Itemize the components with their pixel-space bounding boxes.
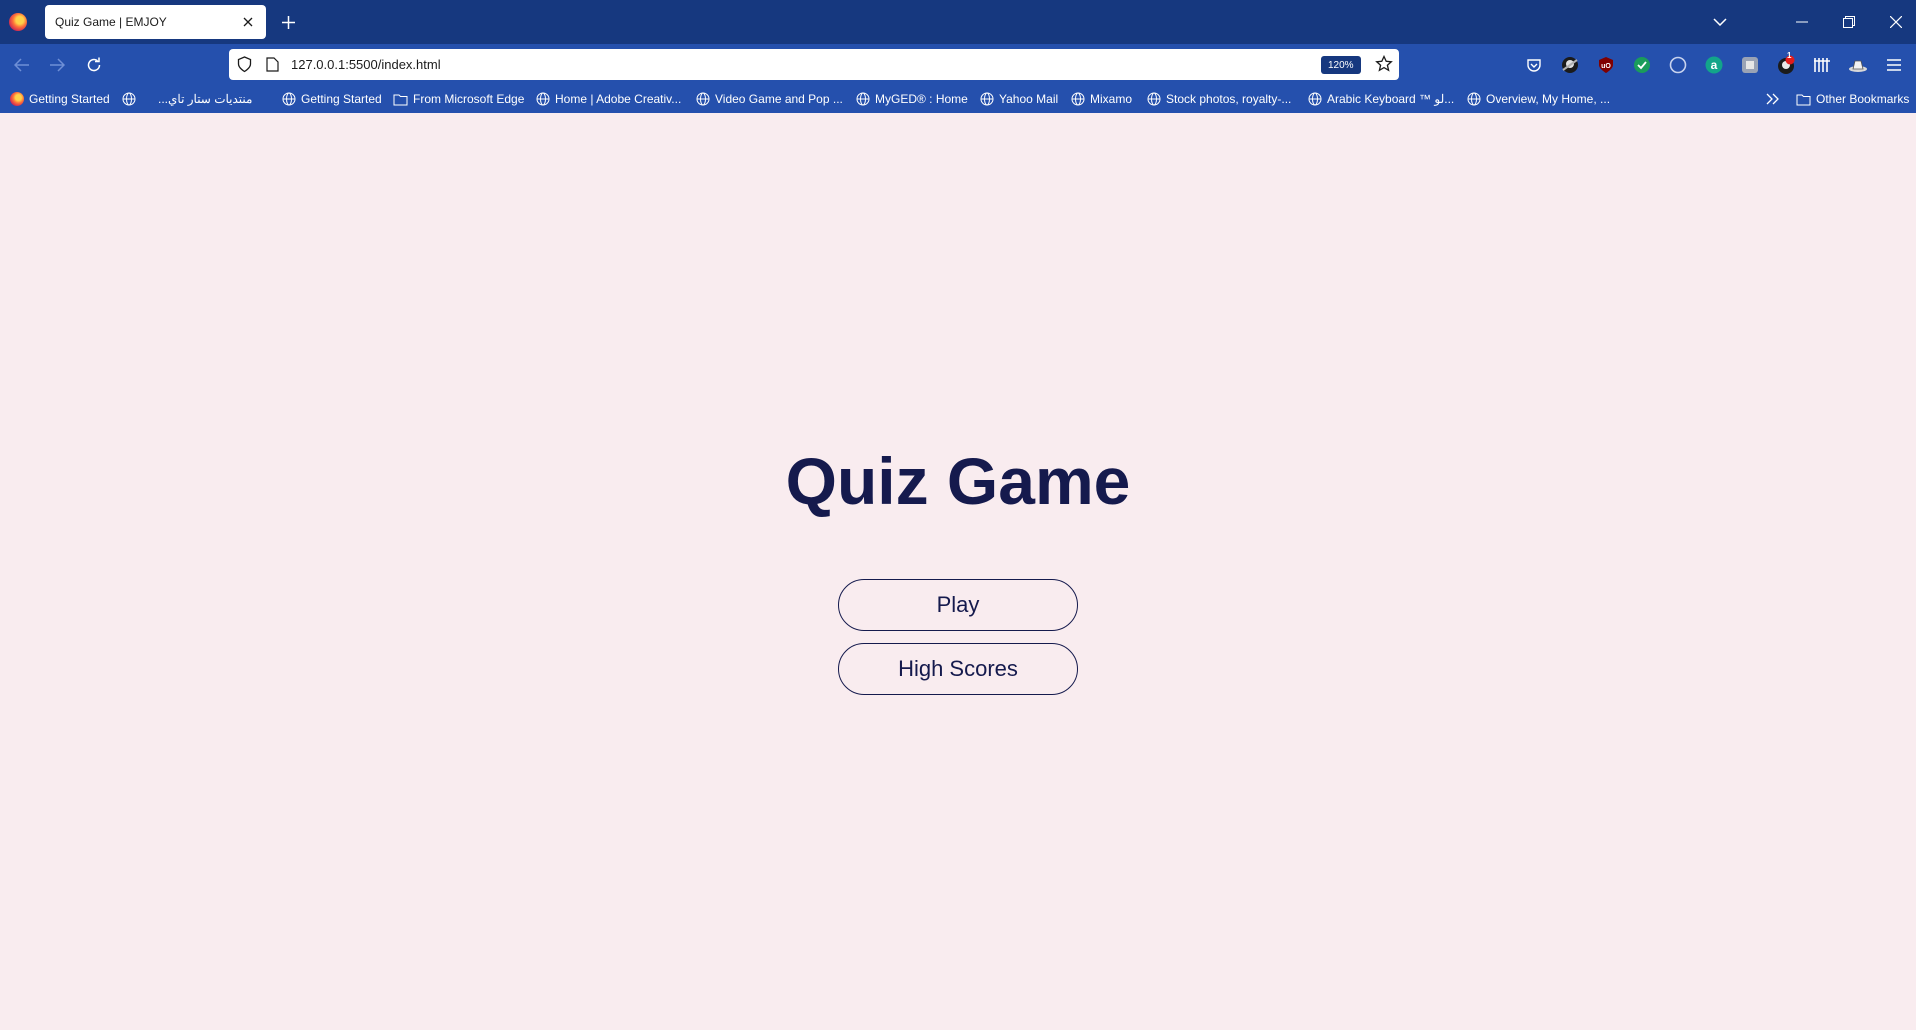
more-bookmarks-chevron-icon[interactable]	[1766, 90, 1780, 108]
bookmark-star-icon[interactable]	[1375, 54, 1393, 78]
globe-icon	[856, 92, 870, 106]
page-icon	[266, 57, 279, 77]
pocket-icon[interactable]	[1523, 54, 1545, 76]
back-arrow-icon[interactable]	[10, 53, 34, 77]
minimize-icon[interactable]	[1790, 11, 1814, 33]
globe-icon	[1467, 92, 1481, 106]
firefox-logo-icon	[10, 92, 24, 106]
bookmark-label: Mixamo	[1090, 92, 1133, 106]
new-tab-button[interactable]	[277, 11, 299, 33]
bookmark-getting-started[interactable]: Getting Started	[282, 90, 382, 108]
globe-icon	[1308, 92, 1322, 106]
globe-icon	[1071, 92, 1085, 106]
url-text[interactable]: 127.0.0.1:5500/index.html	[291, 57, 441, 72]
close-tab-icon[interactable]	[240, 14, 256, 30]
globe-icon	[980, 92, 994, 106]
bookmark-label: Stock photos, royalty-...	[1166, 92, 1292, 106]
notification-count-badge: 1	[1787, 51, 1792, 60]
bookmark-overview[interactable]: Overview, My Home, ...	[1467, 90, 1610, 108]
bookmark-adobe[interactable]: Home | Adobe Creativ...	[536, 90, 681, 108]
forward-arrow-icon[interactable]	[45, 53, 69, 77]
globe-icon	[122, 92, 136, 106]
list-all-tabs-chevron-down-icon[interactable]	[1708, 11, 1732, 33]
folder-icon	[393, 94, 408, 105]
bookmark-label: Overview, My Home, ...	[1486, 92, 1611, 106]
extension-avatar-icon[interactable]	[1559, 54, 1581, 76]
close-window-icon[interactable]	[1884, 11, 1908, 33]
bookmark-label: Yahoo Mail	[999, 92, 1059, 106]
bookmark-stock-photos[interactable]: Stock photos, royalty-...	[1147, 90, 1291, 108]
restore-icon[interactable]	[1837, 11, 1861, 33]
tab-title: Quiz Game | EMJOY	[55, 15, 167, 29]
bookmark-label: From Microsoft Edge	[413, 92, 525, 106]
other-bookmarks-folder[interactable]: Other Bookmarks	[1796, 90, 1909, 108]
navigation-toolbar: 127.0.0.1:5500/index.html 120% uO a 1	[0, 44, 1916, 85]
bookmark-globe[interactable]	[122, 90, 136, 108]
folder-icon	[1796, 94, 1811, 105]
bookmark-label: Arabic Keyboard ™ لو...	[1327, 92, 1455, 106]
bookmark-label: Video Game and Pop ...	[715, 92, 843, 106]
bookmark-yahoo-mail[interactable]: Yahoo Mail	[980, 90, 1058, 108]
page-title: Quiz Game	[785, 444, 1131, 518]
amazon-assistant-icon[interactable]: a	[1703, 54, 1725, 76]
bookmark-mixamo[interactable]: Mixamo	[1071, 90, 1132, 108]
bookmark-label: Other Bookmarks	[1816, 92, 1910, 106]
high-scores-button[interactable]: High Scores	[838, 643, 1078, 695]
page-viewport: Quiz Game Play High Scores	[0, 113, 1916, 1030]
bookmark-label: ...منتديات ستار تاي	[158, 92, 253, 106]
bookmark-video-game[interactable]: Video Game and Pop ...	[696, 90, 843, 108]
firefox-logo-icon[interactable]	[9, 13, 27, 31]
browser-tab-strip: Quiz Game | EMJOY	[0, 0, 1916, 44]
bookmark-myged[interactable]: MyGED® : Home	[856, 90, 968, 108]
circle-extension-icon[interactable]	[1667, 54, 1689, 76]
library-icon[interactable]	[1811, 54, 1833, 76]
green-shield-extension-icon[interactable]	[1631, 54, 1653, 76]
translate-extension-icon[interactable]	[1739, 54, 1761, 76]
zoom-level-badge[interactable]: 120%	[1321, 56, 1361, 74]
hamburger-menu-icon[interactable]	[1883, 54, 1905, 76]
address-bar[interactable]: 127.0.0.1:5500/index.html 120%	[229, 49, 1399, 80]
ublock-origin-icon[interactable]: uO	[1595, 54, 1617, 76]
globe-icon	[282, 92, 296, 106]
globe-icon	[696, 92, 710, 106]
bookmark-label: MyGED® : Home	[875, 92, 968, 106]
globe-icon	[536, 92, 550, 106]
globe-icon	[1147, 92, 1161, 106]
bookmark-label: Getting Started	[29, 92, 110, 106]
notification-extension-icon[interactable]: 1	[1775, 51, 1797, 76]
reload-icon[interactable]	[82, 53, 106, 77]
hat-extension-icon[interactable]	[1847, 54, 1869, 76]
bookmark-label: Getting Started	[301, 92, 382, 106]
bookmark-arabic-forum[interactable]: ...منتديات ستار تاي	[158, 90, 252, 108]
svg-text:uO: uO	[1601, 63, 1611, 70]
bookmark-getting-started-firefox[interactable]: Getting Started	[10, 90, 110, 108]
play-button[interactable]: Play	[838, 579, 1078, 631]
bookmark-label: Home | Adobe Creativ...	[555, 92, 682, 106]
svg-text:a: a	[1711, 58, 1718, 72]
shield-icon[interactable]	[237, 56, 252, 78]
bookmark-arabic-keyboard[interactable]: Arabic Keyboard ™ لو...	[1308, 90, 1454, 108]
bookmark-folder-microsoft-edge[interactable]: From Microsoft Edge	[393, 90, 524, 108]
browser-tab-active[interactable]: Quiz Game | EMJOY	[45, 5, 266, 39]
bookmarks-toolbar: Getting Started ...منتديات ستار تاي Gett…	[0, 85, 1916, 113]
